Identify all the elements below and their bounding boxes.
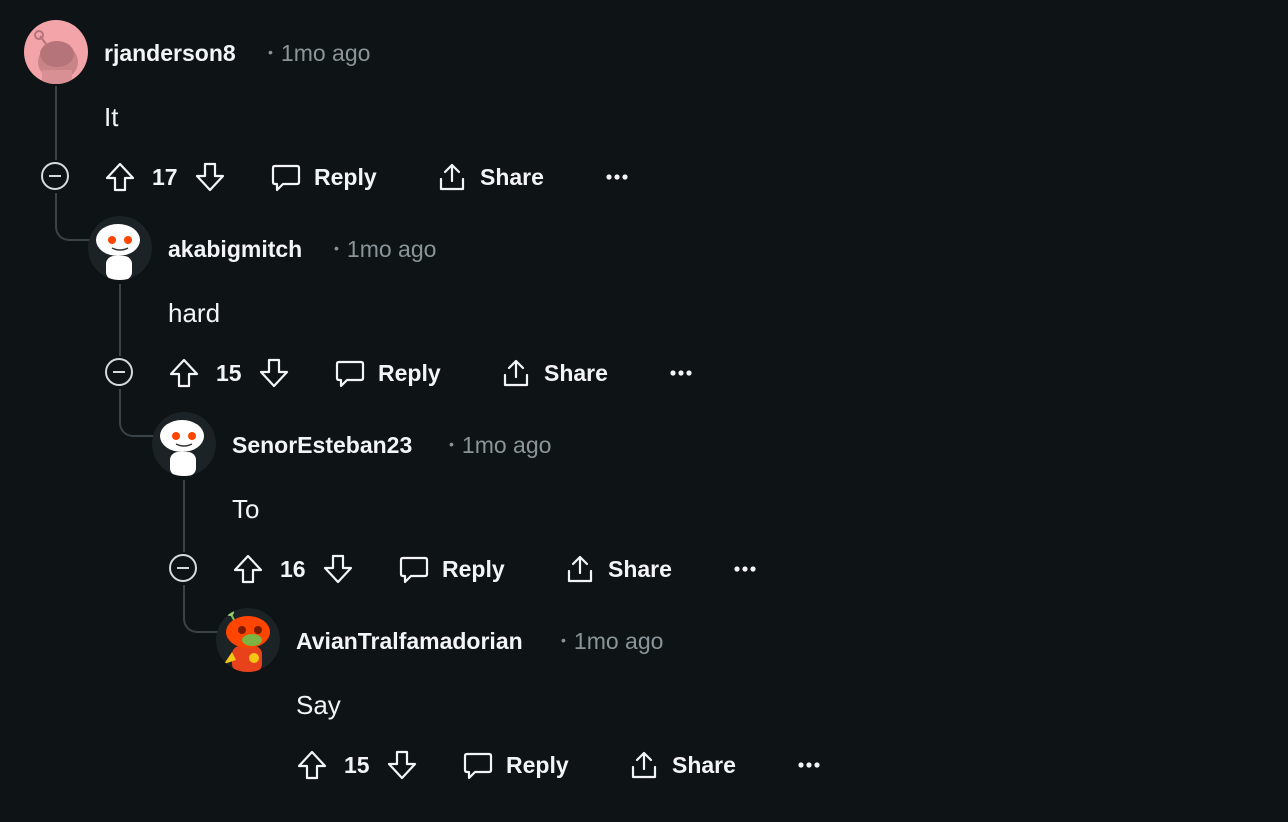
comment-bubble-icon xyxy=(271,164,301,192)
downvote-button[interactable] xyxy=(258,353,290,393)
share-button[interactable]: Share xyxy=(564,549,672,589)
comment-bubble-icon xyxy=(399,556,429,584)
reply-button[interactable]: Reply xyxy=(462,745,569,785)
upvote-icon xyxy=(233,554,263,584)
upvote-icon xyxy=(169,358,199,388)
avatar[interactable] xyxy=(88,216,152,280)
more-options-button[interactable] xyxy=(604,157,630,197)
share-icon xyxy=(503,359,529,387)
white-snoo-avatar-icon xyxy=(93,216,140,280)
more-options-button[interactable] xyxy=(668,353,694,393)
reply-button[interactable]: Reply xyxy=(270,157,377,197)
pink-snoo-avatar-icon xyxy=(34,30,78,84)
downvote-button[interactable] xyxy=(386,745,418,785)
upvote-button[interactable] xyxy=(168,353,200,393)
vote-count: 15 xyxy=(344,752,370,778)
comment-bubble-icon xyxy=(335,360,365,388)
more-icon xyxy=(670,370,692,376)
collapse-button[interactable] xyxy=(105,358,133,386)
timestamp: • 1mo ago xyxy=(268,40,371,66)
comment-body: hard xyxy=(168,298,221,328)
timestamp: • 1mo ago xyxy=(561,628,664,654)
vote-count: 15 xyxy=(216,360,242,386)
downvote-icon xyxy=(195,162,225,192)
comment-bubble-icon xyxy=(463,752,493,780)
more-options-button[interactable] xyxy=(796,745,822,785)
downvote-icon xyxy=(387,750,417,780)
downvote-button[interactable] xyxy=(322,549,354,589)
username[interactable]: SenorEsteban23 xyxy=(232,432,412,459)
orange-snoo-avatar-icon xyxy=(224,608,270,672)
thread-line xyxy=(183,480,185,552)
share-icon xyxy=(439,163,465,191)
share-icon xyxy=(631,751,657,779)
comment-body: Say xyxy=(296,690,341,720)
thread-line xyxy=(119,284,121,356)
downvote-icon xyxy=(323,554,353,584)
downvote-button[interactable] xyxy=(194,157,226,197)
reply-button[interactable]: Reply xyxy=(334,353,441,393)
white-snoo-avatar-icon xyxy=(157,412,204,476)
share-button[interactable]: Share xyxy=(628,745,736,785)
vote-count: 17 xyxy=(152,164,178,190)
upvote-icon xyxy=(297,750,327,780)
vote-count: 16 xyxy=(280,556,306,582)
timestamp: • 1mo ago xyxy=(449,432,552,458)
more-icon xyxy=(798,762,820,768)
collapse-button[interactable] xyxy=(41,162,69,190)
upvote-button[interactable] xyxy=(104,157,136,197)
comment-body: To xyxy=(232,494,260,524)
username[interactable]: rjanderson8 xyxy=(104,40,236,67)
more-options-button[interactable] xyxy=(732,549,758,589)
downvote-icon xyxy=(259,358,289,388)
share-button[interactable]: Share xyxy=(500,353,608,393)
thread-line xyxy=(55,86,57,160)
collapse-button[interactable] xyxy=(169,554,197,582)
comment-body: It xyxy=(104,102,119,132)
share-icon xyxy=(567,555,593,583)
more-icon xyxy=(606,174,628,180)
share-button[interactable]: Share xyxy=(436,157,544,197)
username[interactable]: akabigmitch xyxy=(168,236,302,263)
avatar[interactable] xyxy=(24,20,88,84)
upvote-icon xyxy=(105,162,135,192)
reply-button[interactable]: Reply xyxy=(398,549,505,589)
upvote-button[interactable] xyxy=(296,745,328,785)
username[interactable]: AvianTralfamadorian xyxy=(296,628,523,655)
upvote-button[interactable] xyxy=(232,549,264,589)
timestamp: • 1mo ago xyxy=(334,236,437,262)
avatar[interactable] xyxy=(152,412,216,476)
more-icon xyxy=(734,566,756,572)
avatar[interactable] xyxy=(216,608,280,672)
